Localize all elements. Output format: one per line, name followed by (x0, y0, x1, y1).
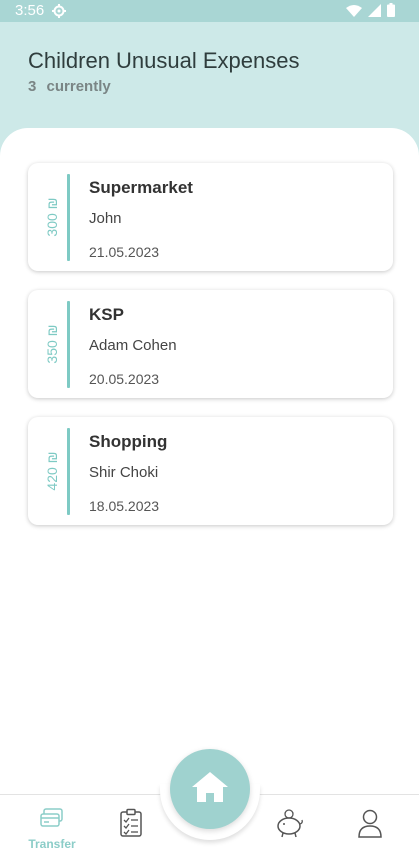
nav-transfer-label: Transfer (28, 837, 76, 851)
battery-icon (387, 3, 395, 22)
page-title: Children Unusual Expenses (28, 48, 300, 73)
settings-gear-icon (52, 4, 66, 23)
expense-count: 3 currently (28, 78, 111, 95)
home-button[interactable] (170, 749, 250, 829)
expense-person: Adam Cohen (89, 337, 177, 354)
expense-person: John (89, 210, 122, 227)
wifi-icon (346, 4, 362, 22)
expense-store: Supermarket (89, 178, 193, 197)
count-suffix: currently (46, 78, 111, 95)
count-value: 3 (28, 78, 37, 95)
expense-amount: 300 ₪ (44, 197, 60, 237)
card-divider (67, 428, 70, 515)
transfer-icon (39, 808, 65, 835)
piggy-bank-icon (274, 808, 304, 843)
expense-store: Shopping (89, 432, 168, 451)
profile-icon (357, 808, 383, 843)
expense-store: KSP (89, 305, 124, 324)
expense-person: Shir Choki (89, 464, 159, 481)
expense-card[interactable]: 420 ₪ Shopping Shir Choki 18.05.2023 (28, 417, 393, 525)
expense-card[interactable]: 350 ₪ KSP Adam Cohen 20.05.2023 (28, 290, 393, 398)
nav-profile[interactable] (340, 808, 400, 850)
expense-date: 20.05.2023 (89, 371, 160, 387)
status-bar: 3:56 (0, 0, 419, 22)
checklist-icon (119, 808, 143, 843)
nav-transfer[interactable]: Transfer (22, 808, 82, 851)
expense-amount: 420 ₪ (44, 451, 60, 491)
expense-date: 18.05.2023 (89, 498, 160, 514)
card-divider (67, 174, 70, 261)
home-icon (190, 770, 230, 809)
expense-amount: 350 ₪ (44, 324, 60, 364)
nav-tasks[interactable] (101, 808, 161, 850)
nav-savings[interactable] (259, 808, 319, 850)
expense-card[interactable]: 300 ₪ Supermarket John 21.05.2023 (28, 163, 393, 271)
card-divider (67, 301, 70, 388)
status-time: 3:56 (15, 2, 45, 19)
expense-date: 21.05.2023 (89, 244, 160, 260)
signal-icon (368, 3, 381, 22)
